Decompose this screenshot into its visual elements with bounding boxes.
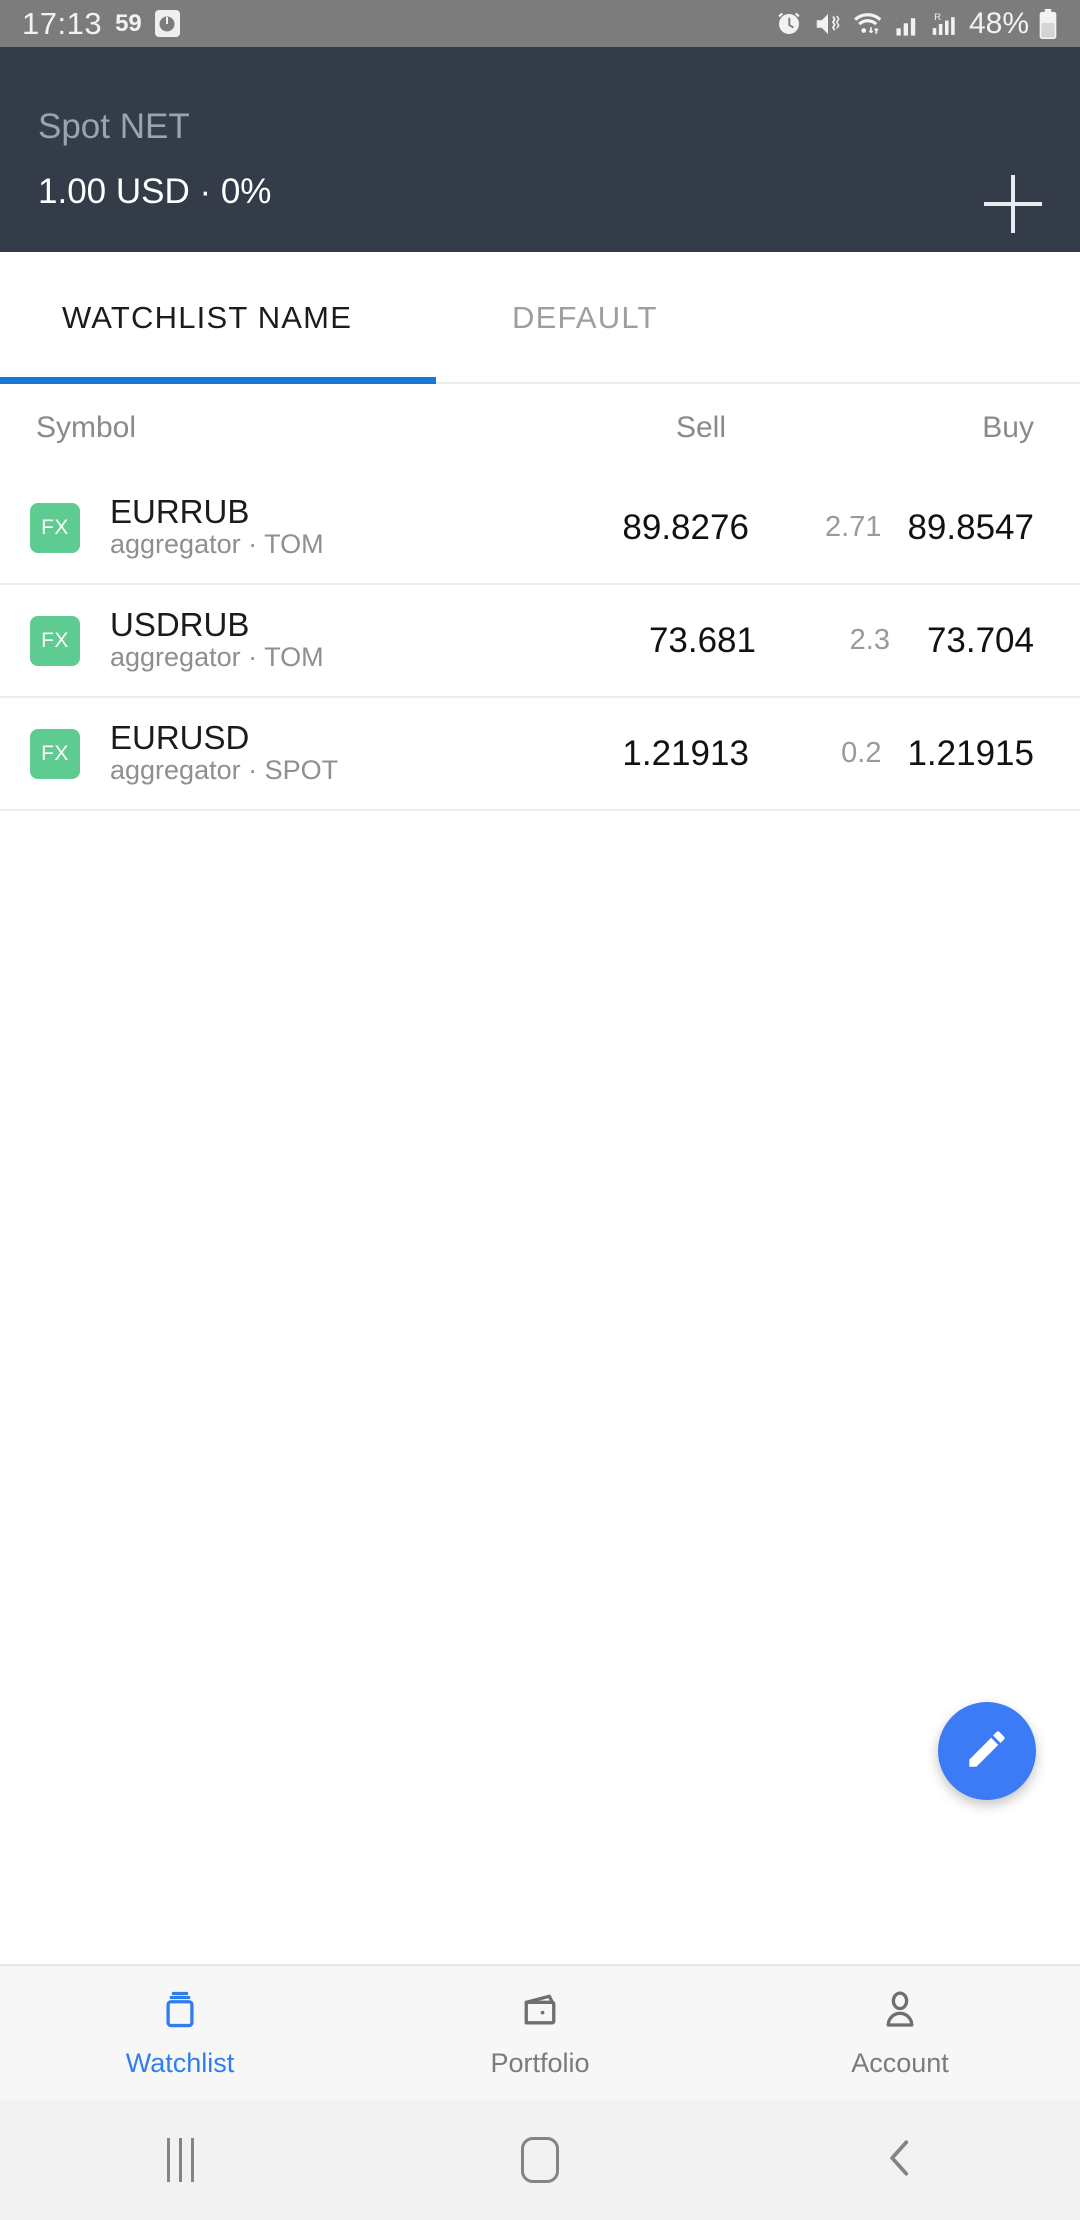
system-navigation-bar [0,2100,1080,2220]
column-header-symbol: Symbol [36,411,137,444]
spread-value: 2.71 [825,511,882,543]
status-bar-clock: 17:13 [22,5,103,41]
nav-item-watchlist[interactable]: Watchlist [0,1966,360,2100]
table-column-headers: Symbol Sell Buy [0,384,1080,472]
status-bar-right: R 48% [774,7,1058,41]
plus-icon[interactable] [984,175,1042,233]
instrument-type-badge: FX [30,502,80,553]
account-title: Spot NET [38,107,190,146]
recents-button[interactable] [0,2100,360,2220]
symbol-name: USDRUB [110,605,250,643]
mute-vibrate-icon [813,9,843,39]
watchlist-tabs: WATCHLIST NAME DEFAULT [0,252,1080,384]
instrument-type-badge: FX [30,615,80,666]
wifi-icon [852,9,886,39]
back-button[interactable] [720,2100,1080,2220]
nav-label-portfolio: Portfolio [490,2047,590,2078]
nav-label-account: Account [851,2047,949,2078]
tab-default-label: DEFAULT [512,300,658,335]
spread-value: 0.2 [841,737,882,769]
back-icon [883,2136,917,2185]
symbol-name: EURRUB [110,492,250,530]
table-row[interactable]: FX EURUSD aggregator · SPOT 1.21913 0.2 … [0,698,1080,811]
symbol-meta: aggregator · TOM [110,642,324,673]
column-header-buy: Buy [982,411,1034,444]
status-bar-left: 17:13 59 [22,6,180,42]
nav-item-account[interactable]: Account [720,1966,1080,2100]
pencil-edit-icon [962,1724,1012,1779]
symbol-cell: EURRUB aggregator · TOM [80,492,531,561]
tab-watchlist-name[interactable]: WATCHLIST NAME [0,252,450,384]
buy-price[interactable]: 89.8547 [907,508,1034,548]
buy-price[interactable]: 1.21915 [907,734,1034,774]
tab-default[interactable]: DEFAULT [450,252,900,384]
nav-label-watchlist: Watchlist [125,2047,235,2078]
instrument-type-badge: FX [30,728,80,779]
notification-count-badge: 59 [115,9,142,37]
wallet-icon [518,1988,562,2037]
symbol-cell: USDRUB aggregator · TOM [80,605,536,674]
column-header-sell: Sell [675,411,726,444]
app-screen: 17:13 59 R 48% Spot NET 1.00 USD · 0% WA… [0,0,1080,2220]
roaming-signal-icon: R [930,9,960,39]
edit-watchlist-fab[interactable] [938,1702,1036,1800]
watchlist-icon [158,1988,202,2037]
sell-price[interactable]: 73.681 [536,621,756,661]
clock-app-icon [154,10,180,37]
alarm-icon [774,9,804,39]
buy-price[interactable]: 73.704 [916,621,1034,661]
home-icon [521,2137,559,2183]
battery-icon [1038,8,1058,40]
person-icon [878,1988,922,2037]
battery-percent-label: 48% [968,6,1029,40]
app-header: Spot NET 1.00 USD · 0% [0,47,1080,252]
symbol-cell: EURUSD aggregator · SPOT [80,718,531,787]
sell-price[interactable]: 89.8276 [531,508,749,548]
tab-watchlist-name-label: WATCHLIST NAME [62,300,353,335]
spread-value: 2.3 [849,624,890,656]
sell-price[interactable]: 1.21913 [531,734,749,774]
signal-bars-icon [895,11,921,37]
home-button[interactable] [360,2100,720,2220]
symbol-meta: aggregator · TOM [110,529,324,560]
table-row[interactable]: FX USDRUB aggregator · TOM 73.681 2.3 73… [0,585,1080,698]
content-sheet: WATCHLIST NAME DEFAULT Symbol Sell Buy F… [0,252,1080,1964]
symbol-meta: aggregator · SPOT [110,755,339,786]
symbol-name: EURUSD [110,718,250,756]
bottom-navigation: Watchlist Portfolio Account [0,1964,1080,2100]
svg-text:R: R [934,11,941,22]
active-tab-indicator [0,377,436,384]
nav-item-portfolio[interactable]: Portfolio [360,1966,720,2100]
status-bar: 17:13 59 R 48% [0,0,1080,47]
account-balance: 1.00 USD · 0% [38,172,272,211]
recents-icon [166,2138,194,2182]
table-row[interactable]: FX EURRUB aggregator · TOM 89.8276 2.71 … [0,472,1080,585]
